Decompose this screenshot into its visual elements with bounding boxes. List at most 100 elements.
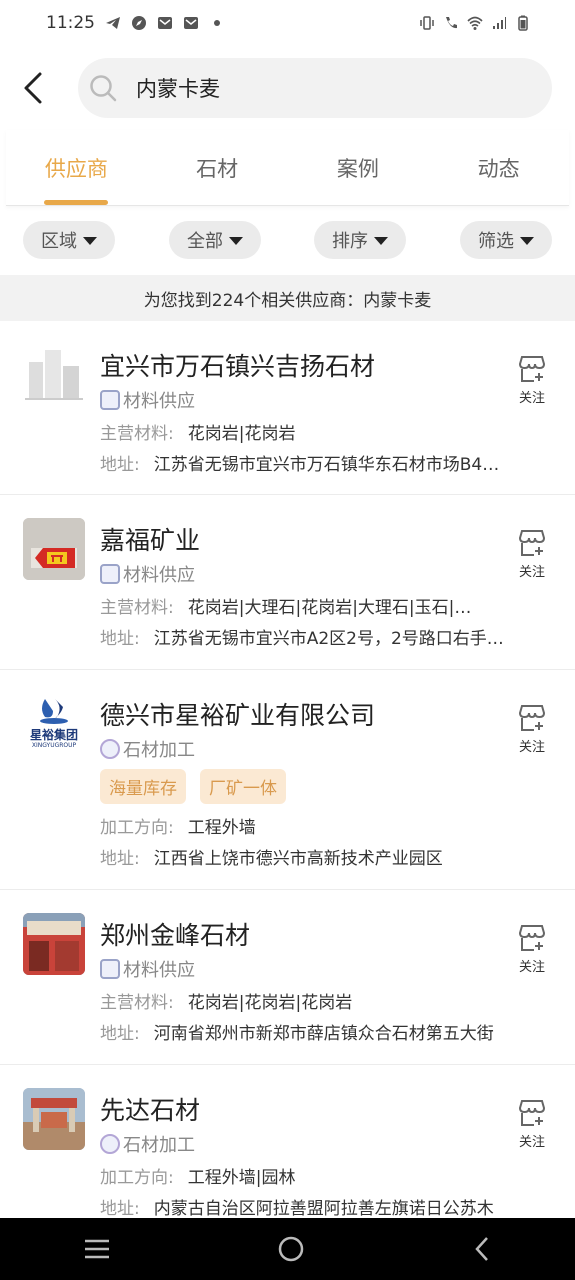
building-icon [25,350,83,400]
info-label: 主营材料: [100,993,174,1013]
caret-down-icon [520,237,534,245]
filter-bar: 区域 全部 排序 筛选 [0,218,575,262]
back-button[interactable] [8,58,58,118]
address: 地址: 江苏省无锡市宜兴市A2区2号，2号路口右手… [100,624,530,649]
battery-icon [518,15,528,31]
filter-label: 全部 [187,231,223,252]
main-materials: 主营材料: 花岗岩|花岗岩|花岗岩 [100,988,530,1013]
supplier-type: 材料供应 [100,561,195,587]
dot-icon [214,20,220,26]
main-materials: 主营材料: 花岗岩|大理石|花岗岩|大理石|玉石|… [100,593,530,618]
filter-region[interactable]: 区域 [23,221,115,259]
search-box[interactable] [78,58,552,118]
filter-label: 区域 [41,231,77,252]
process-direction: 加工方向: 工程外墙 [100,813,530,838]
filter-sort[interactable]: 排序 [314,221,406,259]
follow-button[interactable]: 关注 [515,704,549,755]
home-icon[interactable] [277,1235,305,1263]
compass-icon [132,16,146,30]
tag-list: 海量库存 厂矿一体 [100,769,286,804]
info-label: 地址: [100,1024,140,1044]
mail-icon-2 [184,17,198,29]
supplier-logo [23,518,85,580]
store-add-icon [518,356,546,382]
tag: 海量库存 [100,769,186,804]
info-value: 工程外墙 [187,818,256,838]
logo-subtext: XINGYUGROUP [31,742,77,749]
info-label: 地址: [100,455,140,475]
caret-down-icon [229,237,243,245]
supplier-name: 嘉福矿业 [100,526,201,555]
main-materials: 主营材料: 花岗岩|花岗岩 [100,419,530,444]
follow-button[interactable]: 关注 [515,1099,549,1150]
supplier-card[interactable]: 嘉福矿业 材料供应 主营材料: 花岗岩|大理石|花岗岩|大理石|玉石|… 地址: 江… [0,495,575,670]
supply-badge-icon [100,564,120,584]
supplier-logo [23,913,85,975]
info-label: 加工方向: [100,1168,174,1188]
filter-screen[interactable]: 筛选 [460,221,552,259]
tab-label: 供应商 [44,156,108,181]
vibrate-icon [420,16,434,30]
jiafu-logo-icon [23,518,85,580]
wifi-call-icon [446,17,457,29]
search-icon [90,75,117,102]
info-label: 地址: [100,629,140,649]
supplier-name: 德兴市星裕矿业有限公司 [100,701,376,730]
info-value: 花岗岩|花岗岩 [187,424,296,444]
supplier-card[interactable]: 宜兴市万石镇兴吉扬石材 材料供应 主营材料: 花岗岩|花岗岩 地址: 江苏省无锡市宜… [0,321,575,495]
processing-badge-icon [100,739,120,759]
supplier-type: 石材加工 [100,1131,195,1157]
status-time: 11:25 [46,13,95,33]
info-value: 江苏省无锡市宜兴市A2区2号，2号路口右手… [153,629,504,649]
supplier-type: 石材加工 [100,736,195,762]
supplier-name: 宜兴市万石镇兴吉扬石材 [100,352,376,381]
address: 地址: 内蒙古自治区阿拉善盟阿拉善左旗诺日公苏木 [100,1194,530,1219]
supplier-card[interactable]: 星裕集团 XINGYUGROUP 德兴市星裕矿业有限公司 石材加工 海量库存 厂… [0,670,575,890]
wifi-icon [467,16,483,30]
tab-bar: 供应商 石材 案例 动态 [6,130,569,206]
system-nav-bar [0,1218,575,1280]
status-bar: 11:25 [0,0,575,46]
info-label: 加工方向: [100,818,174,838]
filter-all[interactable]: 全部 [169,221,261,259]
logo-text: 星裕集团 [29,728,78,742]
tab-label: 石材 [196,156,239,181]
info-label: 地址: [100,849,140,869]
supplier-name: 郑州金峰石材 [100,921,251,950]
supplier-card[interactable]: 先达石材 石材加工 加工方向: 工程外墙|园林 地址: 内蒙古自治区阿拉善盟阿拉善左… [0,1065,575,1219]
follow-button[interactable]: 关注 [515,529,549,580]
gate-photo-icon [23,1088,85,1150]
filter-label: 排序 [332,231,368,252]
follow-button[interactable]: 关注 [515,355,549,406]
filter-label: 筛选 [478,231,514,252]
supplier-card[interactable]: 郑州金峰石材 材料供应 主营材料: 花岗岩|花岗岩|花岗岩 地址: 河南省郑州市新郑… [0,890,575,1065]
address: 地址: 江西省上饶市德兴市高新技术产业园区 [100,844,530,869]
menu-icon[interactable] [83,1237,111,1261]
tab-stone[interactable]: 石材 [147,130,288,205]
telegram-icon [106,17,120,29]
store-add-icon [518,705,546,731]
supplier-logo-placeholder [23,344,85,406]
tab-suppliers[interactable]: 供应商 [6,130,147,205]
search-input[interactable] [136,76,496,100]
supplier-logo: 星裕集团 XINGYUGROUP [23,693,85,755]
tag: 厂矿一体 [200,769,286,804]
follow-button[interactable]: 关注 [515,924,549,975]
info-value: 江西省上饶市德兴市高新技术产业园区 [153,849,443,869]
store-add-icon [518,1100,546,1126]
info-value: 花岗岩|大理石|花岗岩|大理石|玉石|… [187,598,472,618]
follow-label: 关注 [518,740,545,755]
back-nav-icon[interactable] [472,1235,492,1263]
mail-icon [158,17,172,29]
signal-icon [493,17,506,29]
back-arrow-icon [24,72,42,104]
supplier-type-label: 石材加工 [123,1135,195,1156]
tab-news[interactable]: 动态 [428,130,569,205]
info-value: 江苏省无锡市宜兴市万石镇华东石材市场B4… [153,455,500,475]
store-add-icon [518,925,546,951]
caret-down-icon [374,237,388,245]
info-label: 主营材料: [100,424,174,444]
supplier-type-label: 石材加工 [123,740,195,761]
supplier-type-label: 材料供应 [123,391,195,412]
tab-cases[interactable]: 案例 [288,130,429,205]
